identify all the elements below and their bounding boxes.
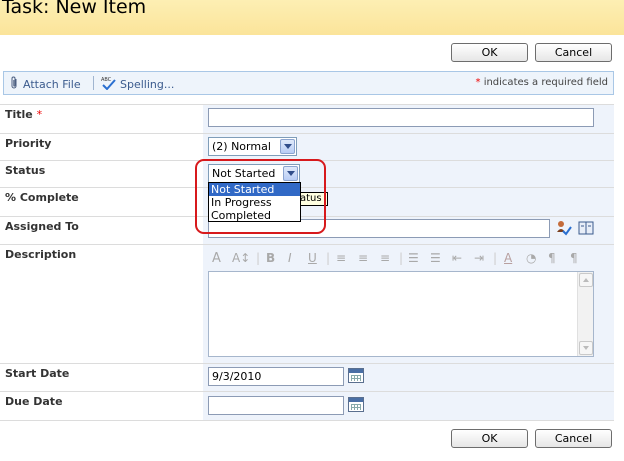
due-date-input[interactable] [208,396,344,415]
description-scrollbar[interactable] [577,272,593,356]
divider: | [493,251,498,265]
attach-file-button[interactable]: Attach File [10,76,81,93]
start-date-input[interactable]: 9/3/2010 [208,367,344,386]
bullet-list-icon[interactable]: ☰ [430,251,441,265]
font-icon[interactable]: A [212,251,221,266]
font-size-icon[interactable]: A↕ [232,251,250,265]
paperclip-icon [10,76,19,93]
form-bottom-divider [0,420,614,421]
scroll-down-icon[interactable] [579,341,593,355]
divider: | [399,251,404,265]
cancel-button-top[interactable]: Cancel [535,43,612,62]
numbered-list-icon[interactable]: ☰ [408,251,419,265]
scroll-up-icon[interactable] [579,273,593,287]
spell-check-icon: ABC [101,76,117,93]
title-required-star: * [36,108,43,121]
priority-label: Priority [5,137,52,150]
due-date-label: Due Date [5,395,63,408]
assigned-to-label: Assigned To [5,220,79,233]
calendar-icon[interactable] [348,397,364,412]
check-names-icon[interactable] [556,220,572,239]
priority-row: Priority [0,133,614,160]
chevron-down-icon[interactable] [280,139,295,154]
status-label: Status [5,164,46,177]
description-editor[interactable] [208,271,594,357]
ltr-icon[interactable]: ¶ [548,251,556,265]
percent-complete-label: % Complete [5,191,79,204]
cancel-button-bottom[interactable]: Cancel [535,429,612,448]
toolbar-divider [93,76,94,90]
align-left-icon[interactable]: ≡ [336,251,346,265]
align-right-icon[interactable]: ≡ [380,251,390,265]
highlight-color-icon[interactable]: ◔ [526,251,536,265]
title-label: Title * [5,108,43,121]
priority-value: (2) Normal [212,140,271,153]
decrease-indent-icon[interactable]: ⇤ [452,251,462,265]
address-book-icon[interactable] [578,221,594,238]
ok-button-top[interactable]: OK [451,43,528,62]
window-title: Task: New Item [2,0,147,18]
text-color-icon[interactable]: A [504,251,512,265]
required-field-note: * indicates a required field [476,77,608,88]
underline-icon[interactable]: U [308,251,317,265]
align-center-icon[interactable]: ≡ [358,251,368,265]
spelling-label: Spelling... [120,78,175,91]
description-label: Description [5,248,77,261]
svg-text:ABC: ABC [101,77,112,83]
rich-text-toolbar: A A↕ | B I U | ≡ ≡ ≡ | ☰ ☰ ⇤ ⇥ | A ◔ ¶ ¶ [208,249,594,269]
divider: | [326,251,331,265]
rtl-icon[interactable]: ¶ [570,251,578,265]
italic-icon[interactable]: I [288,251,292,265]
priority-select[interactable]: (2) Normal [208,137,297,156]
increase-indent-icon[interactable]: ⇥ [474,251,484,265]
divider: | [256,251,261,265]
form-toolbar: Attach File ABC Spelling... * indicates … [3,71,614,95]
attach-file-label: Attach File [23,78,81,91]
start-date-label: Start Date [5,367,70,380]
annotation-highlight-circle [195,159,326,234]
required-note-text: indicates a required field [480,77,608,88]
calendar-icon[interactable] [348,368,364,383]
ok-button-bottom[interactable]: OK [451,429,528,448]
window-title-bar: Task: New Item [0,0,624,35]
bold-icon[interactable]: B [266,251,275,265]
spelling-button[interactable]: ABC Spelling... [101,76,174,93]
title-input[interactable] [208,108,594,127]
